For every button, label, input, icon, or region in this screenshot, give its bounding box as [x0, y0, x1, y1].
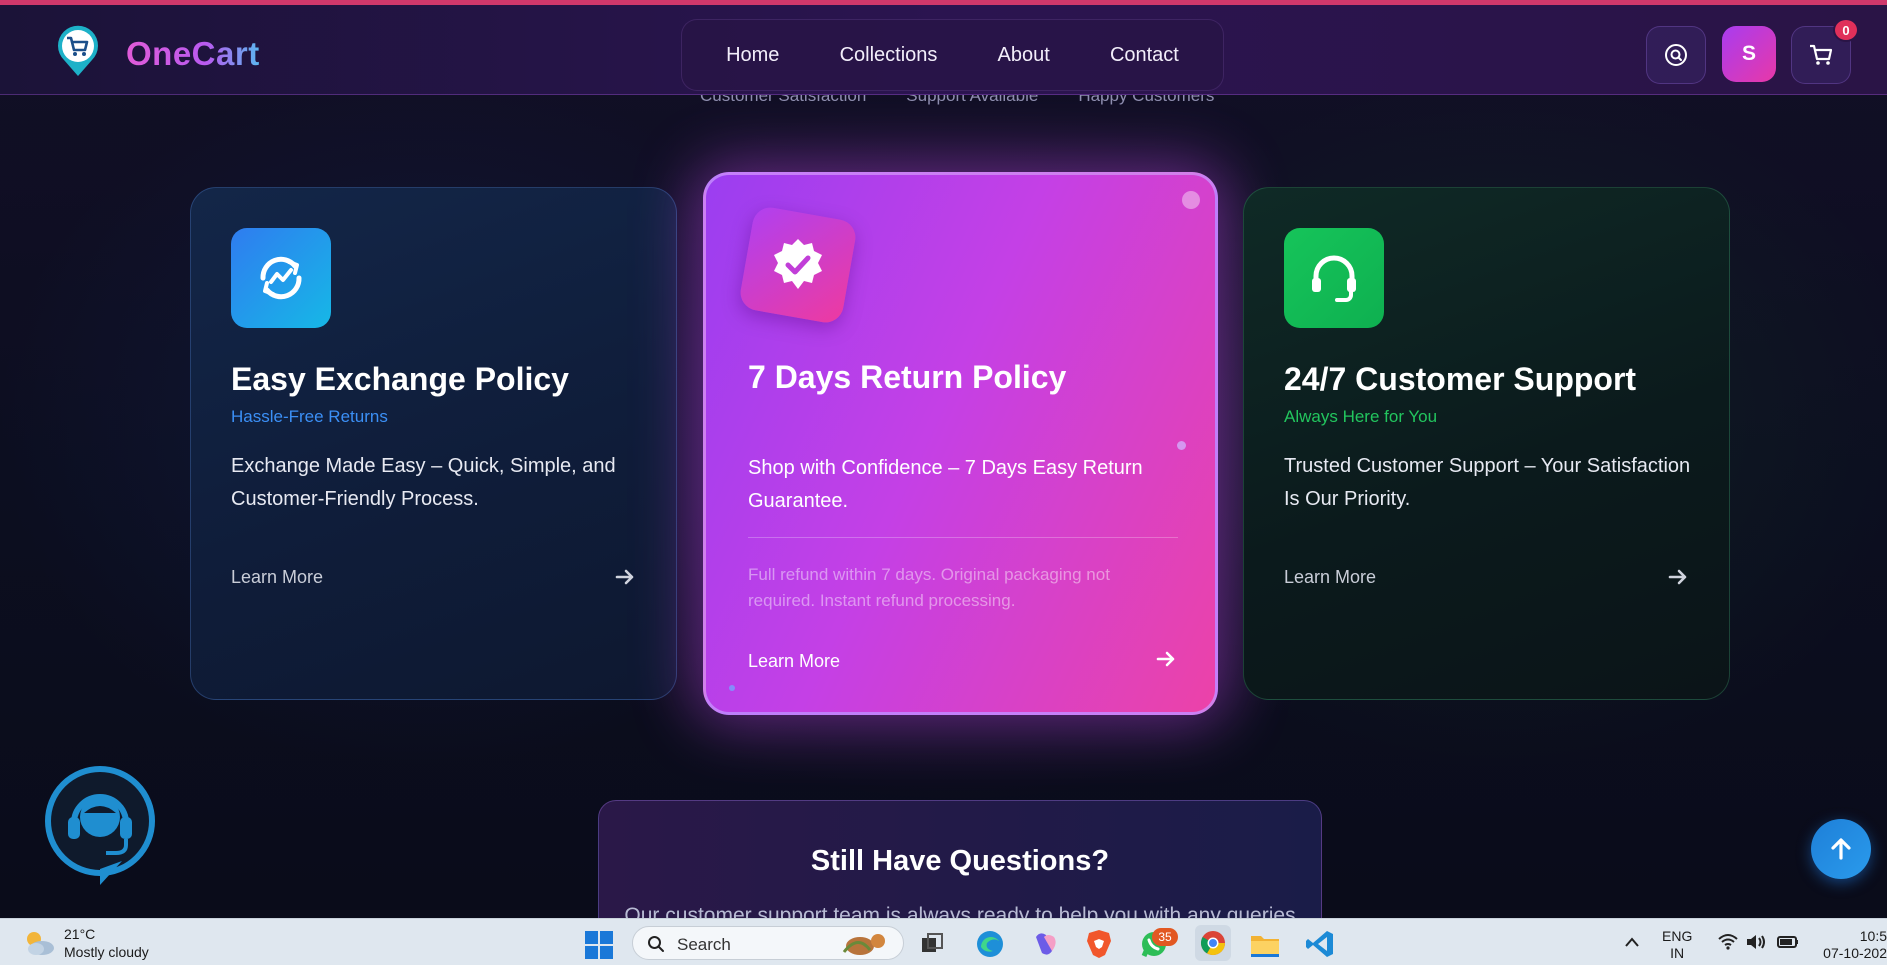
windows-start-icon[interactable] — [584, 930, 614, 960]
taskbar-search[interactable]: Search — [632, 926, 904, 960]
arrow-right-icon[interactable] — [1155, 648, 1177, 670]
cart-count-badge: 0 — [1833, 18, 1859, 42]
customer-support-card[interactable]: 24/7 Customer Support Always Here for Yo… — [1243, 187, 1730, 700]
task-view-icon[interactable] — [916, 928, 948, 960]
user-avatar-button[interactable]: S — [1722, 26, 1776, 82]
questions-title: Still Have Questions? — [810, 845, 1110, 877]
vscode-icon[interactable] — [1304, 928, 1336, 960]
clock-date: 07-10-202 — [1823, 945, 1887, 961]
weather-description: Mostly cloudy — [64, 944, 149, 960]
card-subtitle: Always Here for You — [1284, 407, 1438, 426]
exchange-policy-card[interactable]: Easy Exchange Policy Hassle-Free Returns… — [190, 187, 677, 700]
nav-home[interactable]: Home — [726, 44, 779, 67]
edge-browser-icon[interactable] — [974, 928, 1006, 960]
chrome-browser-icon[interactable] — [1195, 925, 1231, 961]
decorative-dot — [1177, 441, 1186, 450]
card-subtitle: Hassle-Free Returns — [231, 407, 388, 426]
notification-badge: 35 — [1152, 928, 1178, 946]
card-title: Easy Exchange Policy — [231, 361, 569, 397]
scroll-to-top-button[interactable] — [1811, 819, 1871, 879]
copilot-icon[interactable] — [1029, 928, 1061, 960]
questions-section: Still Have Questions? Our customer suppo… — [598, 800, 1322, 918]
nav-collections[interactable]: Collections — [840, 44, 938, 67]
exchange-refresh-icon — [231, 228, 331, 328]
learn-more-link[interactable]: Learn More — [748, 651, 840, 672]
card-title: 7 Days Return Policy — [748, 359, 1067, 395]
search-highlight-icon — [842, 934, 885, 955]
card-description: Trusted Customer Support – Your Satisfac… — [1284, 455, 1691, 510]
return-policy-card[interactable]: 7 Days Return Policy Shop with Confidenc… — [703, 172, 1218, 715]
chevron-up-icon[interactable] — [1624, 936, 1640, 948]
windows-taskbar: 21°C Mostly cloudy Search 35 ENG IN 10:5… — [0, 918, 1887, 965]
battery-icon[interactable] — [1776, 933, 1800, 951]
language-indicator[interactable]: ENG IN — [1662, 928, 1692, 962]
weather-temperature: 21°C — [64, 926, 96, 942]
nav-about[interactable]: About — [998, 44, 1050, 67]
learn-more-link[interactable]: Learn More — [1284, 567, 1376, 588]
file-explorer-icon[interactable] — [1249, 928, 1281, 960]
questions-text: Our customer support team is always read… — [624, 904, 1296, 918]
search-icon — [1665, 44, 1687, 66]
search-button[interactable] — [1646, 26, 1706, 84]
cart-icon — [1810, 44, 1833, 65]
card-details: Full refund within 7 days. Original pack… — [748, 565, 1110, 610]
learn-more-link[interactable]: Learn More — [231, 567, 323, 588]
search-icon — [648, 936, 664, 952]
region-code: IN — [1670, 945, 1685, 961]
card-description: Exchange Made Easy – Quick, Simple, and … — [231, 455, 616, 510]
support-chat-icon[interactable] — [44, 765, 156, 887]
decorative-dot — [1182, 191, 1200, 209]
headset-icon — [1284, 228, 1384, 328]
clock-time: 10:5 — [1859, 928, 1887, 944]
brand-name[interactable]: OneCart — [126, 35, 260, 73]
system-clock[interactable]: 10:5 07-10-202 — [1818, 928, 1887, 962]
card-description: Shop with Confidence – 7 Days Easy Retur… — [748, 457, 1143, 512]
nav-contact[interactable]: Contact — [1110, 44, 1179, 67]
main-nav: Home Collections About Contact — [681, 19, 1224, 91]
onecart-logo-icon[interactable] — [54, 24, 102, 78]
arrow-up-icon — [1831, 838, 1851, 860]
page-background: Customer Satisfaction Support Available … — [0, 0, 1887, 918]
arrow-right-icon[interactable] — [1667, 566, 1689, 588]
wifi-icon[interactable] — [1717, 933, 1739, 951]
arrow-right-icon[interactable] — [614, 566, 636, 588]
divider — [748, 537, 1178, 538]
card-title: 24/7 Customer Support — [1284, 361, 1637, 397]
decorative-dot — [729, 685, 735, 691]
search-label: Search — [677, 935, 731, 954]
verified-badge-icon — [737, 204, 859, 326]
cloudy-weather-icon[interactable] — [22, 929, 56, 957]
brave-browser-icon[interactable] — [1083, 928, 1115, 960]
language-code: ENG — [1662, 928, 1693, 944]
top-navbar: OneCart Home Collections About Contact S… — [0, 0, 1887, 95]
volume-icon[interactable] — [1745, 933, 1767, 951]
